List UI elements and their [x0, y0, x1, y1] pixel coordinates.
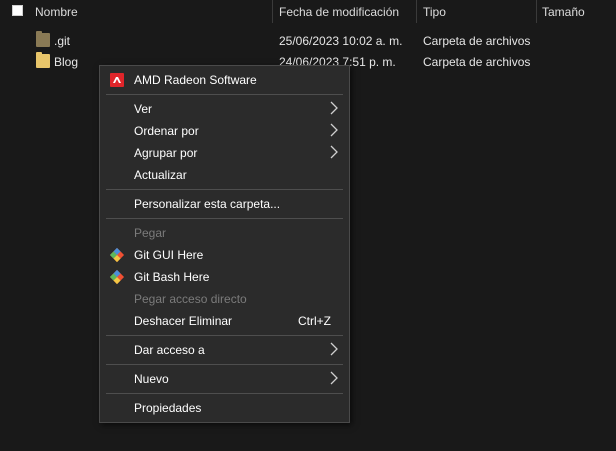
- menu-label: Pegar acceso directo: [134, 292, 247, 306]
- column-name[interactable]: Nombre: [35, 5, 78, 19]
- file-type: Carpeta de archivos: [423, 55, 531, 69]
- menu-separator: [106, 364, 343, 365]
- menu-label: Actualizar: [134, 168, 187, 182]
- folder-git-icon: [36, 31, 50, 47]
- menu-label: Personalizar esta carpeta...: [134, 197, 281, 211]
- menu-label: Git GUI Here: [134, 248, 204, 262]
- sort-caret-icon: ⌃: [138, 0, 148, 7]
- menu-separator: [106, 393, 343, 394]
- menu-item-pegar[interactable]: Pegar: [100, 222, 349, 244]
- context-menu: AMD Radeon Software Ver Ordenar por Agru…: [99, 65, 350, 423]
- menu-label: AMD Radeon Software: [134, 73, 257, 87]
- chevron-right-icon: [330, 101, 338, 115]
- menu-item-dar-acceso[interactable]: Dar acceso a: [100, 339, 349, 361]
- menu-separator: [106, 94, 343, 95]
- menu-item-personalizar[interactable]: Personalizar esta carpeta...: [100, 193, 349, 215]
- menu-separator: [106, 335, 343, 336]
- menu-item-ordenar[interactable]: Ordenar por: [100, 120, 349, 142]
- column-header: Nombre ⌃ Fecha de modificación Tipo Tama…: [0, 0, 616, 23]
- menu-item-deshacer[interactable]: Deshacer Eliminar Ctrl+Z: [100, 310, 349, 332]
- column-type[interactable]: Tipo: [423, 5, 446, 19]
- chevron-right-icon: [330, 123, 338, 137]
- column-divider[interactable]: [416, 0, 417, 23]
- column-size[interactable]: Tamaño: [542, 5, 585, 19]
- file-row-git[interactable]: .git 25/06/2023 10:02 a. m. Carpeta de a…: [0, 31, 616, 51]
- menu-item-nuevo[interactable]: Nuevo: [100, 368, 349, 390]
- menu-label: Propiedades: [134, 401, 202, 415]
- file-type: Carpeta de archivos: [423, 34, 531, 48]
- menu-label: Git Bash Here: [134, 270, 210, 284]
- menu-label: Nuevo: [134, 372, 169, 386]
- menu-shortcut: Ctrl+Z: [298, 314, 331, 328]
- menu-item-git-bash[interactable]: Git Bash Here: [100, 266, 349, 288]
- menu-item-actualizar[interactable]: Actualizar: [100, 164, 349, 186]
- chevron-right-icon: [330, 342, 338, 356]
- menu-item-agrupar[interactable]: Agrupar por: [100, 142, 349, 164]
- menu-label: Dar acceso a: [134, 343, 205, 357]
- menu-separator: [106, 189, 343, 190]
- column-divider[interactable]: [536, 0, 537, 23]
- file-date: 25/06/2023 10:02 a. m.: [279, 34, 403, 48]
- file-name: .git: [54, 34, 71, 48]
- menu-item-propiedades[interactable]: Propiedades: [100, 397, 349, 419]
- menu-item-git-gui[interactable]: Git GUI Here: [100, 244, 349, 266]
- menu-label: Agrupar por: [134, 146, 198, 160]
- git-bash-icon: [109, 269, 125, 285]
- menu-label: Ordenar por: [134, 124, 199, 138]
- chevron-right-icon: [330, 371, 338, 385]
- folder-icon: [36, 52, 50, 68]
- file-name: Blog: [54, 55, 79, 69]
- amd-radeon-icon: [110, 73, 124, 87]
- git-gui-icon: [109, 247, 125, 263]
- column-divider[interactable]: [272, 0, 273, 23]
- menu-label: Pegar: [134, 226, 167, 240]
- select-all-checkbox[interactable]: [12, 5, 23, 16]
- menu-item-ver[interactable]: Ver: [100, 98, 349, 120]
- column-date[interactable]: Fecha de modificación: [279, 5, 399, 19]
- menu-item-amd-radeon[interactable]: AMD Radeon Software: [100, 69, 349, 91]
- menu-item-pegar-acceso[interactable]: Pegar acceso directo: [100, 288, 349, 310]
- menu-label: Deshacer Eliminar: [134, 314, 233, 328]
- menu-label: Ver: [134, 102, 153, 116]
- chevron-right-icon: [330, 145, 338, 159]
- menu-separator: [106, 218, 343, 219]
